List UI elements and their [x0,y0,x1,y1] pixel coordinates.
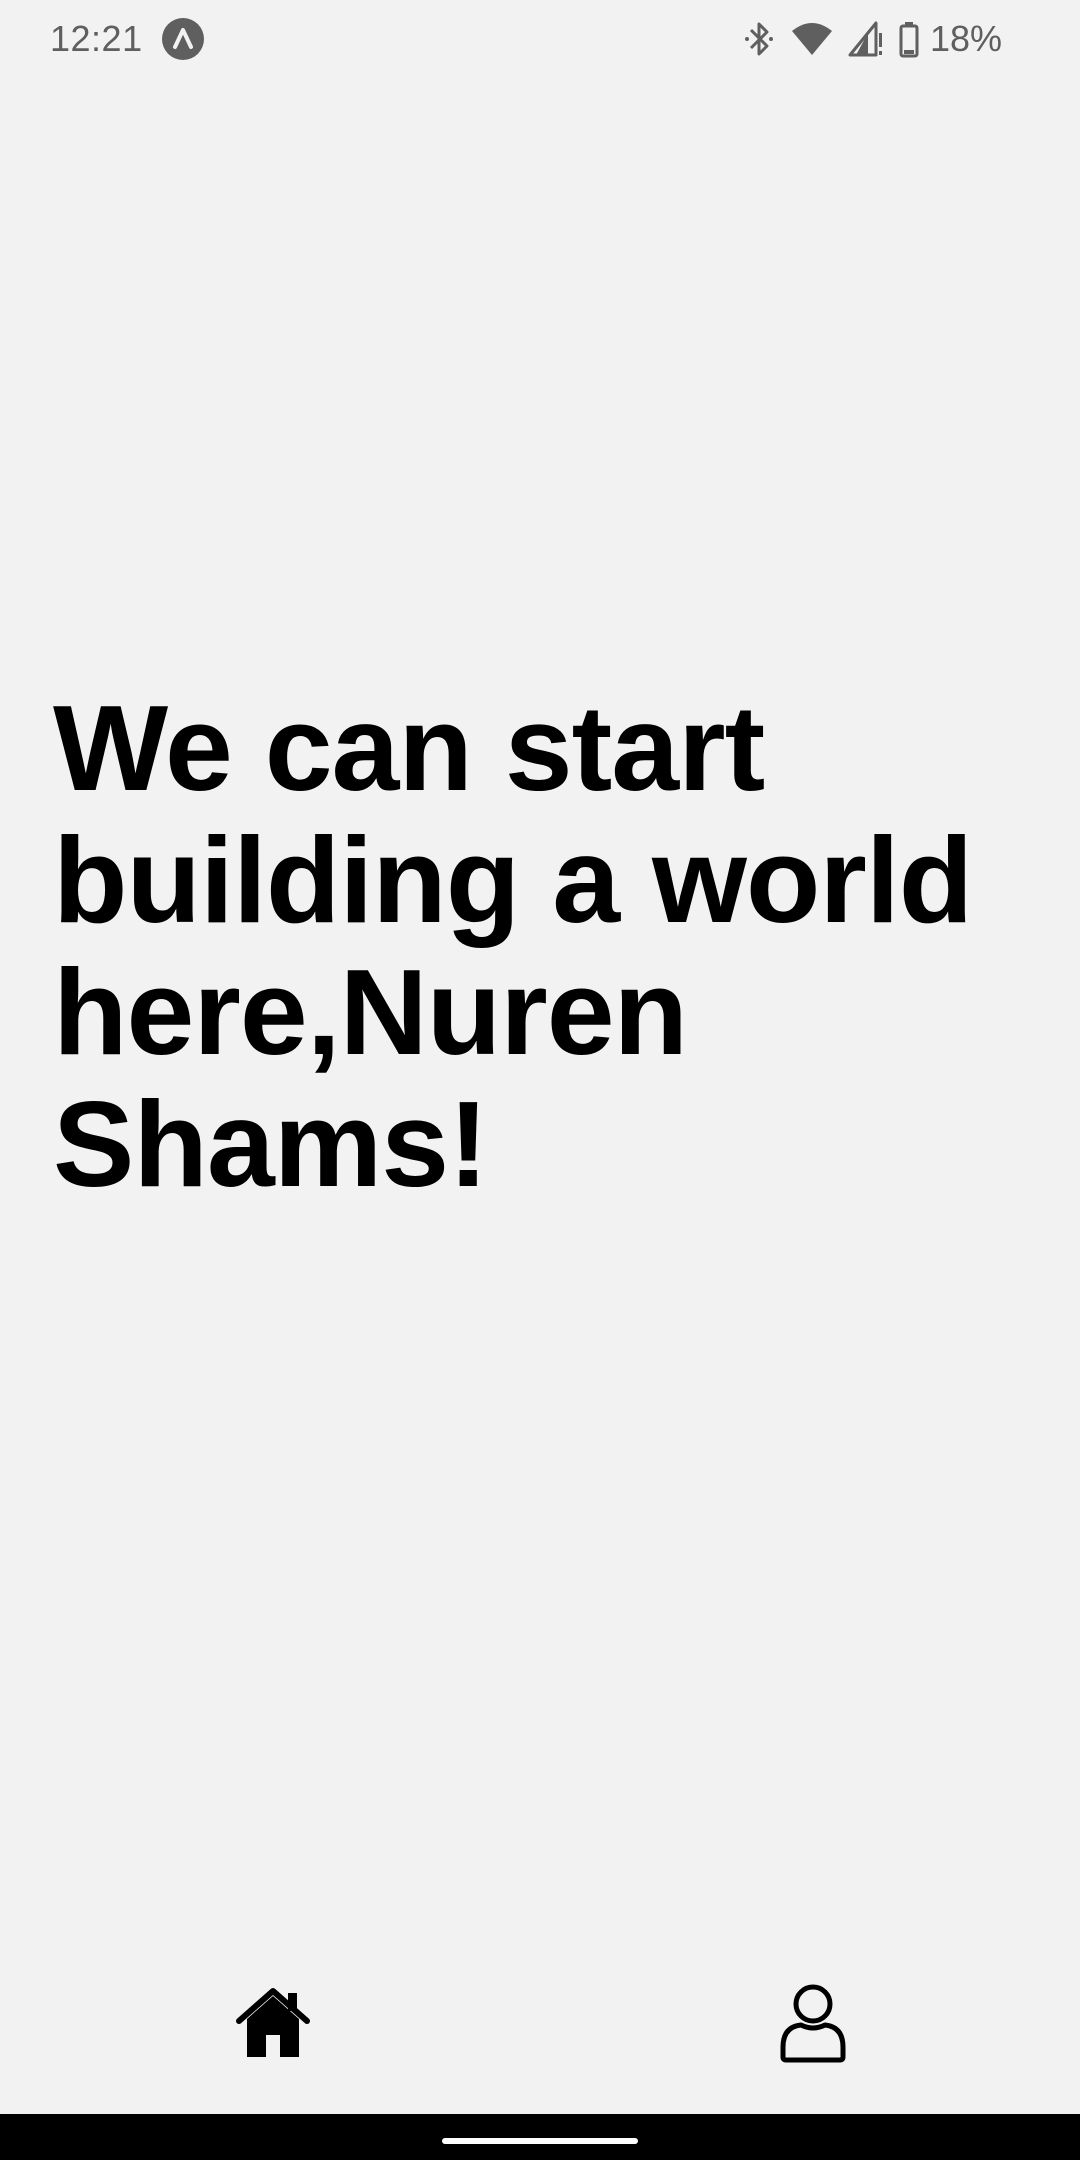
battery-percent: 18% [929,18,1002,59]
status-time: 12:21 [50,18,143,59]
status-bar: 12:21 18% [0,0,1080,80]
status-icons: 18% [728,14,1002,64]
system-gesture-bar [0,2114,1080,2160]
home-icon [235,1987,311,2064]
signal-icon [848,19,884,59]
bluetooth-icon [742,19,776,59]
nav-home-button[interactable] [193,1960,353,2090]
profile-icon [777,1983,849,2068]
nav-profile-button[interactable] [733,1960,893,2090]
battery-icon [898,19,920,59]
wifi-icon [790,19,834,59]
app-notification-icon [162,18,204,60]
welcome-headline: We can start building a world here,Nuren… [53,680,973,1212]
bottom-nav [0,1960,1080,2110]
home-gesture-handle[interactable] [442,2138,638,2144]
